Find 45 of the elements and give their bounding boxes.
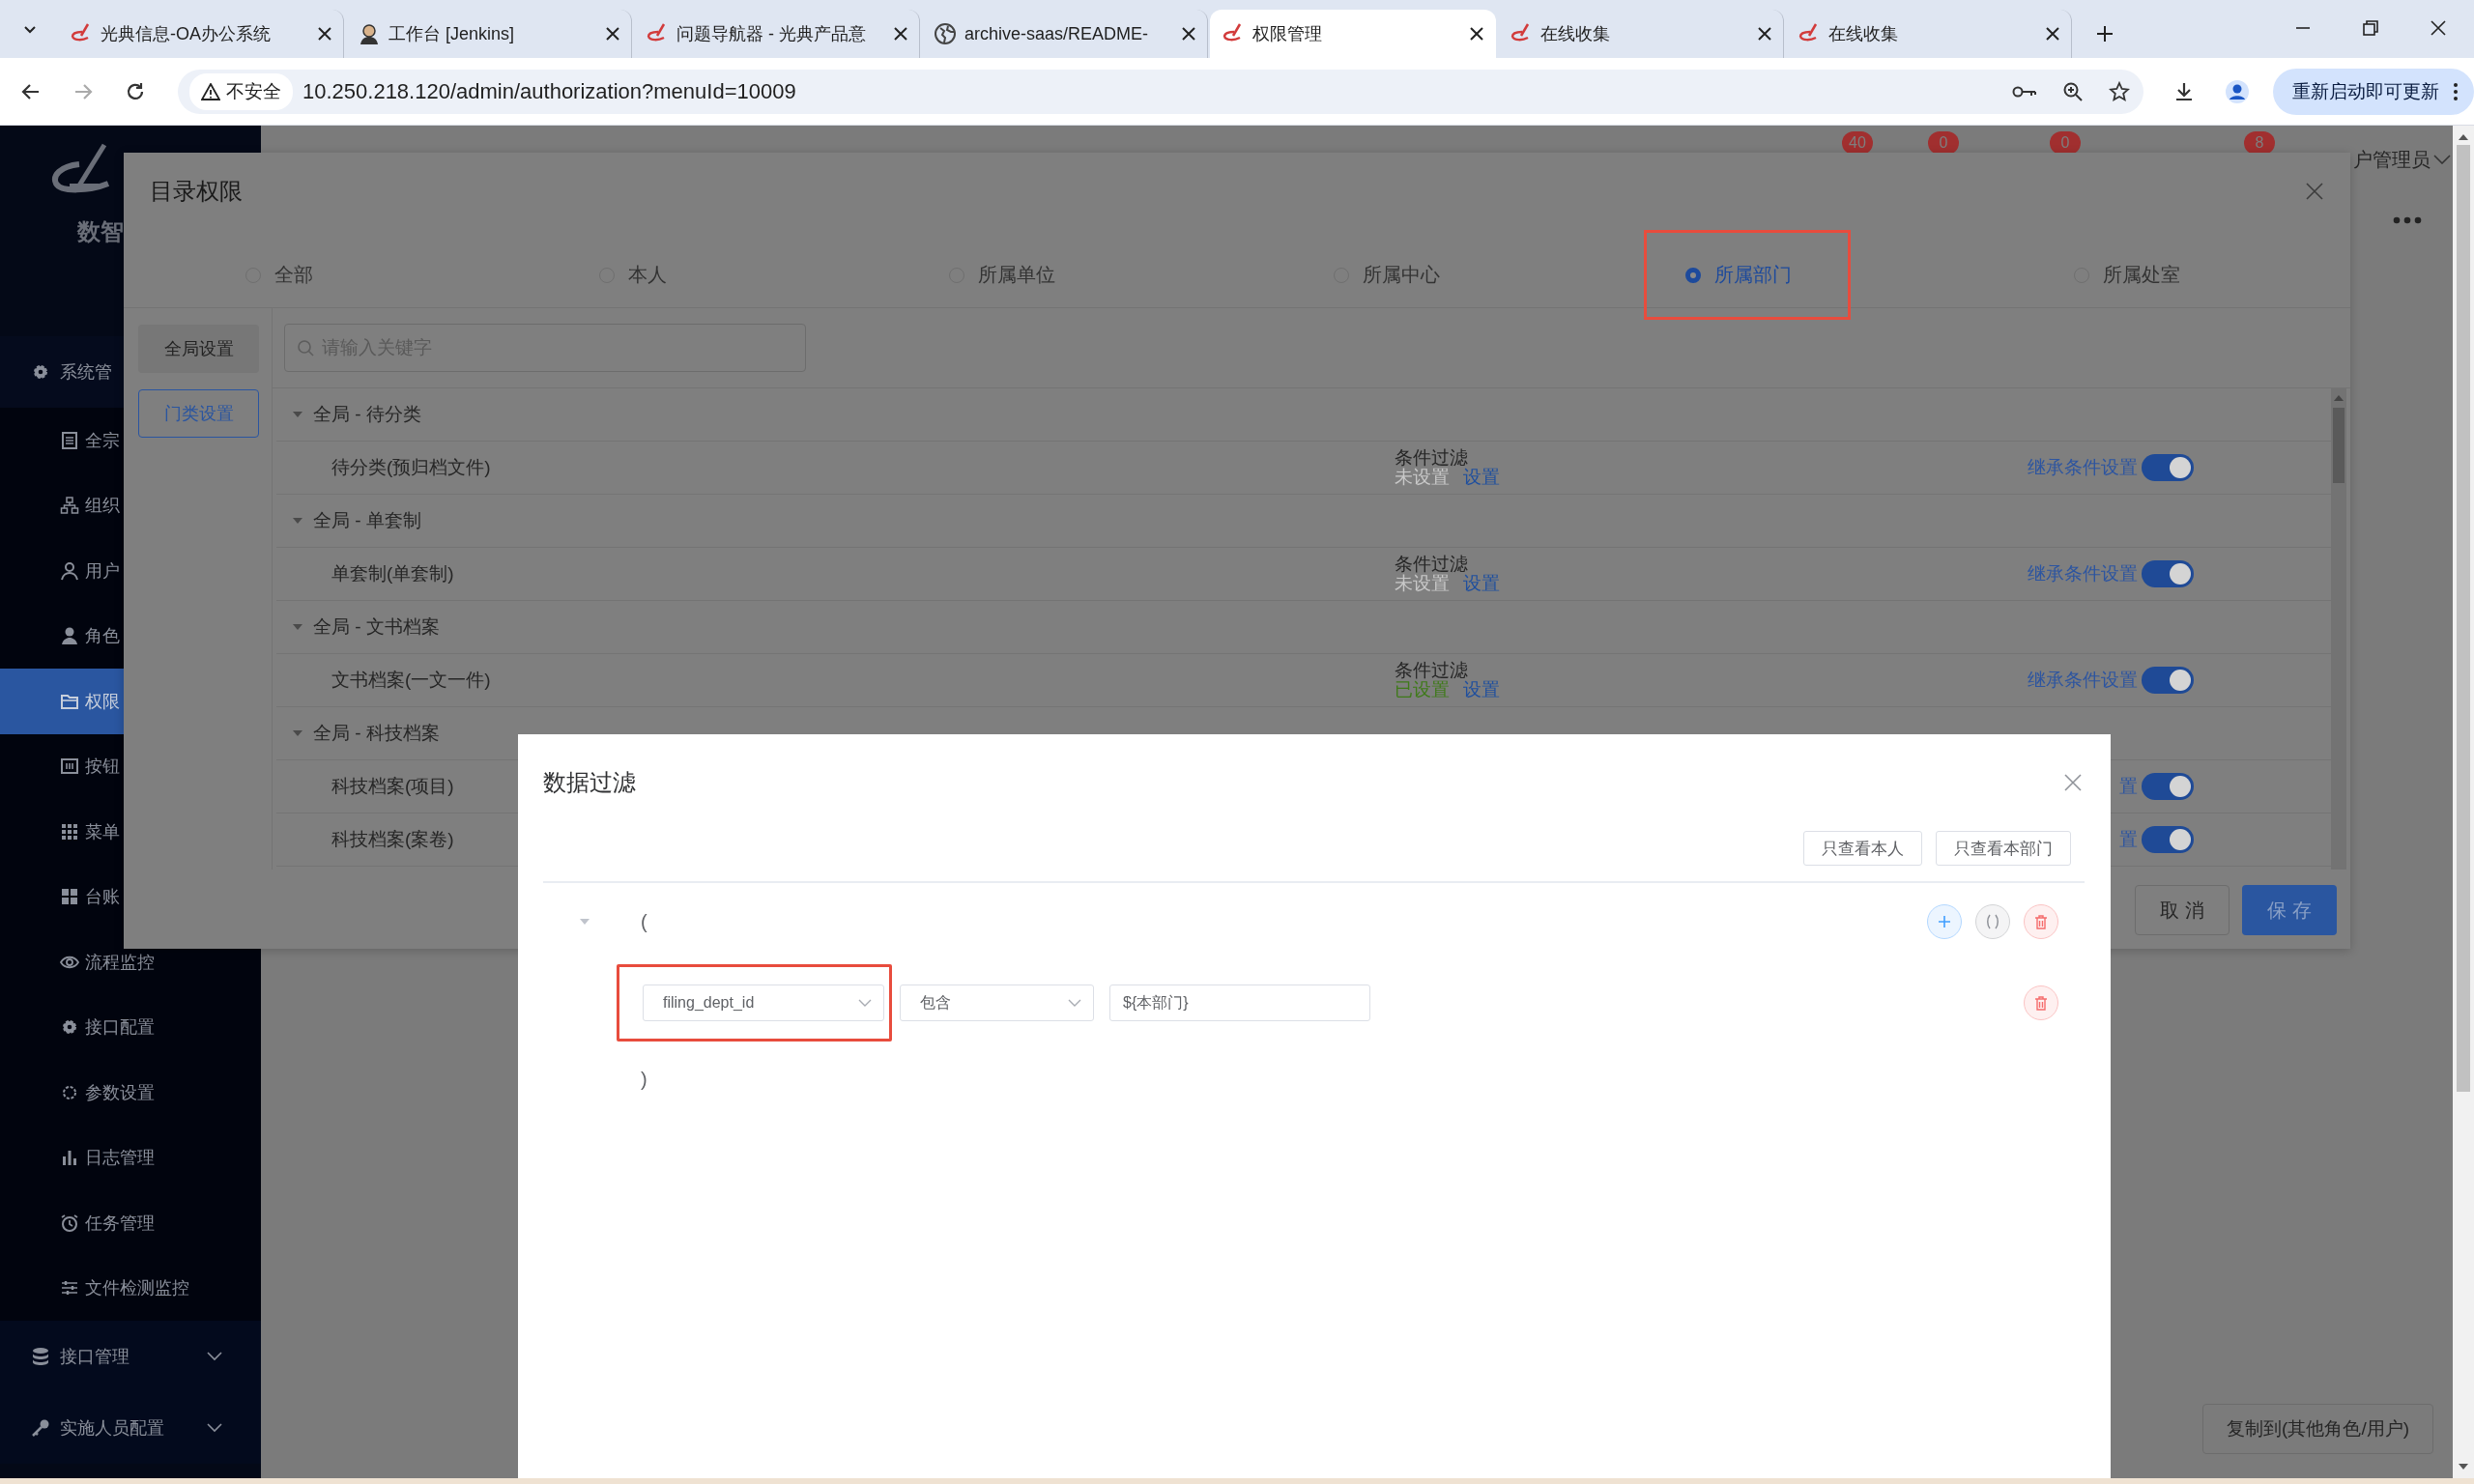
filter-label: 条件过滤: [1395, 448, 1468, 468]
filter-label: 条件过滤: [1395, 661, 1468, 680]
inherit-label: 继承条件设置: [2028, 456, 2138, 479]
inherit-label: 置: [2119, 775, 2138, 798]
url-text: 10.250.218.120/admin/authorization?menuId=10009: [302, 78, 797, 104]
tab-title: archive-saas/README-: [964, 23, 1150, 44]
menu-label: 任务管理: [85, 1212, 155, 1235]
close-paren: ): [641, 1069, 647, 1090]
menu-label: 角色: [85, 625, 120, 648]
menu-label: 参数设置: [85, 1081, 155, 1104]
inherit-label: 继承条件设置: [2028, 669, 2138, 692]
menu-label: 接口配置: [85, 1016, 155, 1040]
filter-status: 未设置: [1395, 574, 1450, 593]
menu-label: 全宗: [85, 429, 120, 452]
brand-name: 数智: [77, 217, 124, 246]
tab-title: 工作台 [Jenkins]: [388, 23, 516, 45]
menu-label: 菜单: [85, 820, 120, 843]
tab-title: 权限管理: [1252, 23, 1323, 45]
menu-label: 日志管理: [85, 1147, 155, 1170]
filter-label: 条件过滤: [1395, 555, 1468, 574]
menu-label: 台账: [85, 886, 120, 909]
menu-label: 组织: [85, 495, 120, 518]
inherit-label: 置: [2119, 828, 2138, 851]
menu-label: 接口管理: [60, 1346, 129, 1368]
count-badge: 0: [2050, 131, 2081, 155]
tab-title: 光典信息-OA办公系统: [101, 23, 272, 45]
tab-title: 问题导航器 - 光典产品意: [676, 23, 867, 45]
menu-label: 实施人员配置: [60, 1417, 164, 1440]
open-paren: (: [641, 910, 647, 933]
menu-label: 流程监控: [85, 951, 155, 974]
menu-label: 文件检测监控: [85, 1277, 189, 1300]
filter-status: 已设置: [1395, 680, 1450, 699]
dialog-title: 目录权限: [150, 177, 243, 206]
menu-label: 按钮: [85, 756, 120, 779]
menu-label: 系统管: [60, 361, 112, 384]
menu-label: 权限: [85, 690, 120, 713]
count-badge: 8: [2244, 131, 2275, 155]
count-badge: 40: [1842, 131, 1873, 155]
inherit-label: 继承条件设置: [2028, 562, 2138, 585]
count-badge: 0: [1928, 131, 1959, 155]
tab-title: 在线收集: [1828, 23, 1899, 45]
menu-label: 用户: [85, 559, 120, 583]
dialog-title: 数据过滤: [543, 768, 636, 797]
filter-status: 未设置: [1395, 468, 1450, 487]
tab-title: 在线收集: [1540, 23, 1611, 45]
